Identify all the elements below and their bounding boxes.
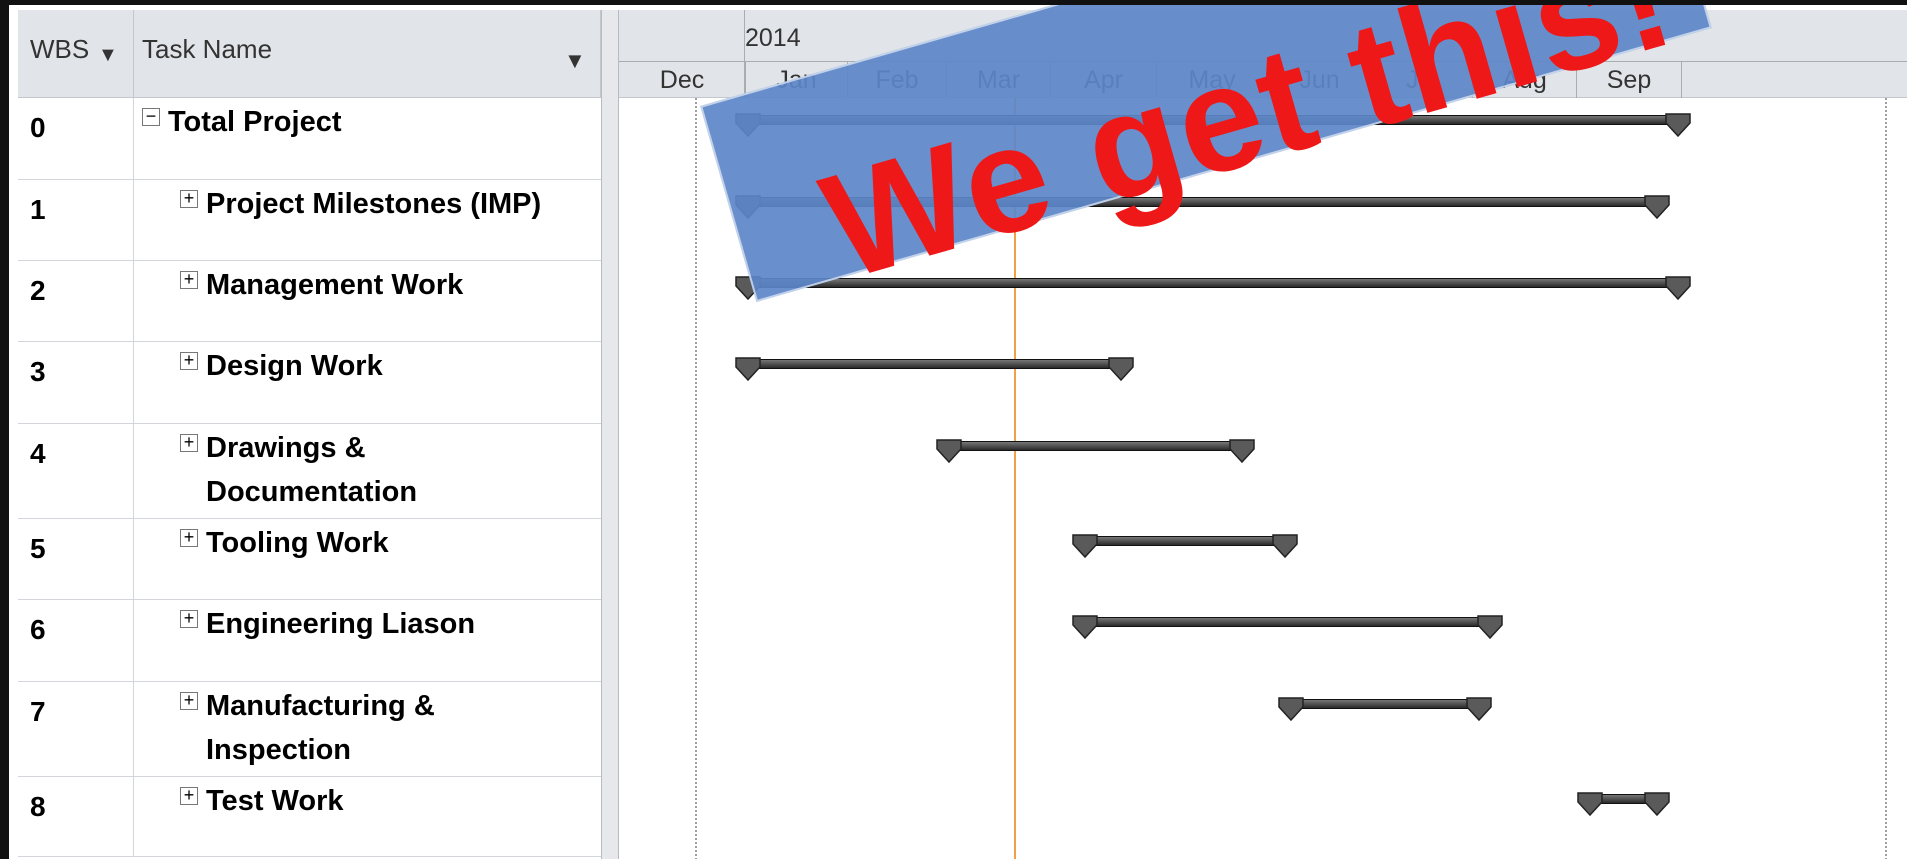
summary-start-marker-icon xyxy=(1072,615,1098,640)
task-name-cell[interactable]: − Total Project xyxy=(134,98,601,179)
summary-end-marker-icon xyxy=(1466,697,1493,722)
task-name-label: Project Milestones (IMP) xyxy=(206,188,542,220)
summary-end-marker-icon xyxy=(1665,276,1691,301)
timescale-month-separator xyxy=(1681,62,1813,98)
task-name-label: Tooling Work xyxy=(206,527,389,559)
summary-end-marker-icon xyxy=(1108,357,1134,382)
task-table: WBS ▼ Task Name ▼ 0− Total Project 1 + Proje… xyxy=(18,10,601,859)
task-name-cell[interactable]: + Drawings & Documentation xyxy=(134,424,601,518)
table-row[interactable]: 5 + Tooling Work xyxy=(18,519,601,600)
task-name-cell[interactable]: + Management Work xyxy=(134,261,601,341)
wbs-cell: 2 xyxy=(18,261,134,341)
task-name-label: Test Work xyxy=(206,785,344,817)
timeline-gridline xyxy=(1885,98,1887,859)
table-row[interactable]: 8 + Test Work xyxy=(18,777,601,857)
timeline-gridline xyxy=(695,98,697,859)
timescale-year: 2014 xyxy=(745,24,801,52)
task-name-line: Manufacturing & xyxy=(206,690,435,722)
summary-start-marker-icon xyxy=(1278,697,1304,722)
summary-end-marker-icon xyxy=(1477,615,1503,640)
expand-icon[interactable]: + xyxy=(180,270,198,289)
summary-start-marker-icon xyxy=(735,357,761,382)
filter-dropdown-icon[interactable]: ▼ xyxy=(564,48,586,74)
table-row[interactable]: 6 + Engineering Liason xyxy=(18,600,601,682)
task-name-label: Drawings & Documentation xyxy=(206,426,417,514)
task-name-header-label: Task Name xyxy=(142,34,273,64)
task-name-line: Drawings & xyxy=(206,432,366,464)
collapse-icon[interactable]: − xyxy=(142,107,160,126)
task-name-cell[interactable]: + Project Milestones (IMP) xyxy=(134,180,601,260)
summary-start-marker-icon xyxy=(1072,534,1098,559)
table-row[interactable]: 0− Total Project xyxy=(18,98,601,180)
summary-end-marker-icon xyxy=(1229,439,1255,464)
summary-end-marker-icon xyxy=(1272,534,1298,559)
summary-task-bar[interactable] xyxy=(1083,536,1286,546)
table-row[interactable]: 4 + Drawings & Documentation xyxy=(18,424,601,519)
timescale-month: Dec xyxy=(659,66,705,94)
summary-end-marker-icon xyxy=(1665,113,1691,138)
task-name-label: Engineering Liason xyxy=(206,608,476,640)
summary-start-marker-icon xyxy=(936,439,962,464)
task-name-label: Design Work xyxy=(206,350,383,382)
task-name-line: Documentation xyxy=(206,476,418,508)
project-window: WBS ▼ Task Name ▼ 0− Total Project 1 + Proje… xyxy=(0,0,1907,859)
expand-icon[interactable]: + xyxy=(180,691,198,710)
expand-icon[interactable]: + xyxy=(180,786,198,805)
wbs-cell: 5 xyxy=(18,519,134,599)
summary-task-bar[interactable] xyxy=(948,441,1243,451)
wbs-cell: 4 xyxy=(18,424,134,518)
expand-icon[interactable]: + xyxy=(180,609,198,628)
wbs-cell: 6 xyxy=(18,600,134,681)
expand-icon[interactable]: + xyxy=(180,351,198,370)
table-row[interactable]: 2 + Management Work xyxy=(18,261,601,342)
table-row[interactable]: 3 + Design Work xyxy=(18,342,601,424)
task-name-cell[interactable]: + Design Work xyxy=(134,342,601,423)
wbs-cell: 8 xyxy=(18,777,134,856)
summary-end-marker-icon xyxy=(1644,195,1670,220)
table-row[interactable]: 1 + Project Milestones (IMP) xyxy=(18,180,601,261)
task-name-cell[interactable]: + Test Work xyxy=(134,777,601,856)
pane-splitter[interactable] xyxy=(601,10,619,859)
wbs-cell: 0 xyxy=(18,98,134,179)
wbs-cell: 7 xyxy=(18,682,134,776)
table-row[interactable]: 7 + Manufacturing & Inspection xyxy=(18,682,601,777)
summary-task-bar[interactable] xyxy=(1289,699,1481,709)
wbs-header-label: WBS xyxy=(30,34,90,64)
wbs-cell: 1 xyxy=(18,180,134,260)
summary-start-marker-icon xyxy=(1576,792,1603,817)
task-name-cell[interactable]: + Manufacturing & Inspection xyxy=(134,682,601,776)
column-header-task-name[interactable]: Task Name ▼ xyxy=(134,10,601,98)
summary-end-marker-icon xyxy=(1644,792,1670,817)
task-name-label: Manufacturing & Inspection xyxy=(206,684,435,772)
expand-icon[interactable]: + xyxy=(180,528,198,547)
task-name-cell[interactable]: + Engineering Liason xyxy=(134,600,601,681)
task-name-label: Management Work xyxy=(206,269,464,301)
expand-icon[interactable]: + xyxy=(180,433,198,452)
column-header-wbs[interactable]: WBS ▼ xyxy=(18,10,134,98)
task-name-label: Total Project xyxy=(168,106,342,138)
wbs-cell: 3 xyxy=(18,342,134,423)
expand-icon[interactable]: + xyxy=(180,189,198,208)
task-name-cell[interactable]: + Tooling Work xyxy=(134,519,601,599)
summary-task-bar[interactable] xyxy=(1083,617,1491,627)
sort-dropdown-icon[interactable]: ▼ xyxy=(98,44,118,67)
task-name-line: Inspection xyxy=(206,734,352,766)
summary-task-bar[interactable] xyxy=(747,359,1123,369)
